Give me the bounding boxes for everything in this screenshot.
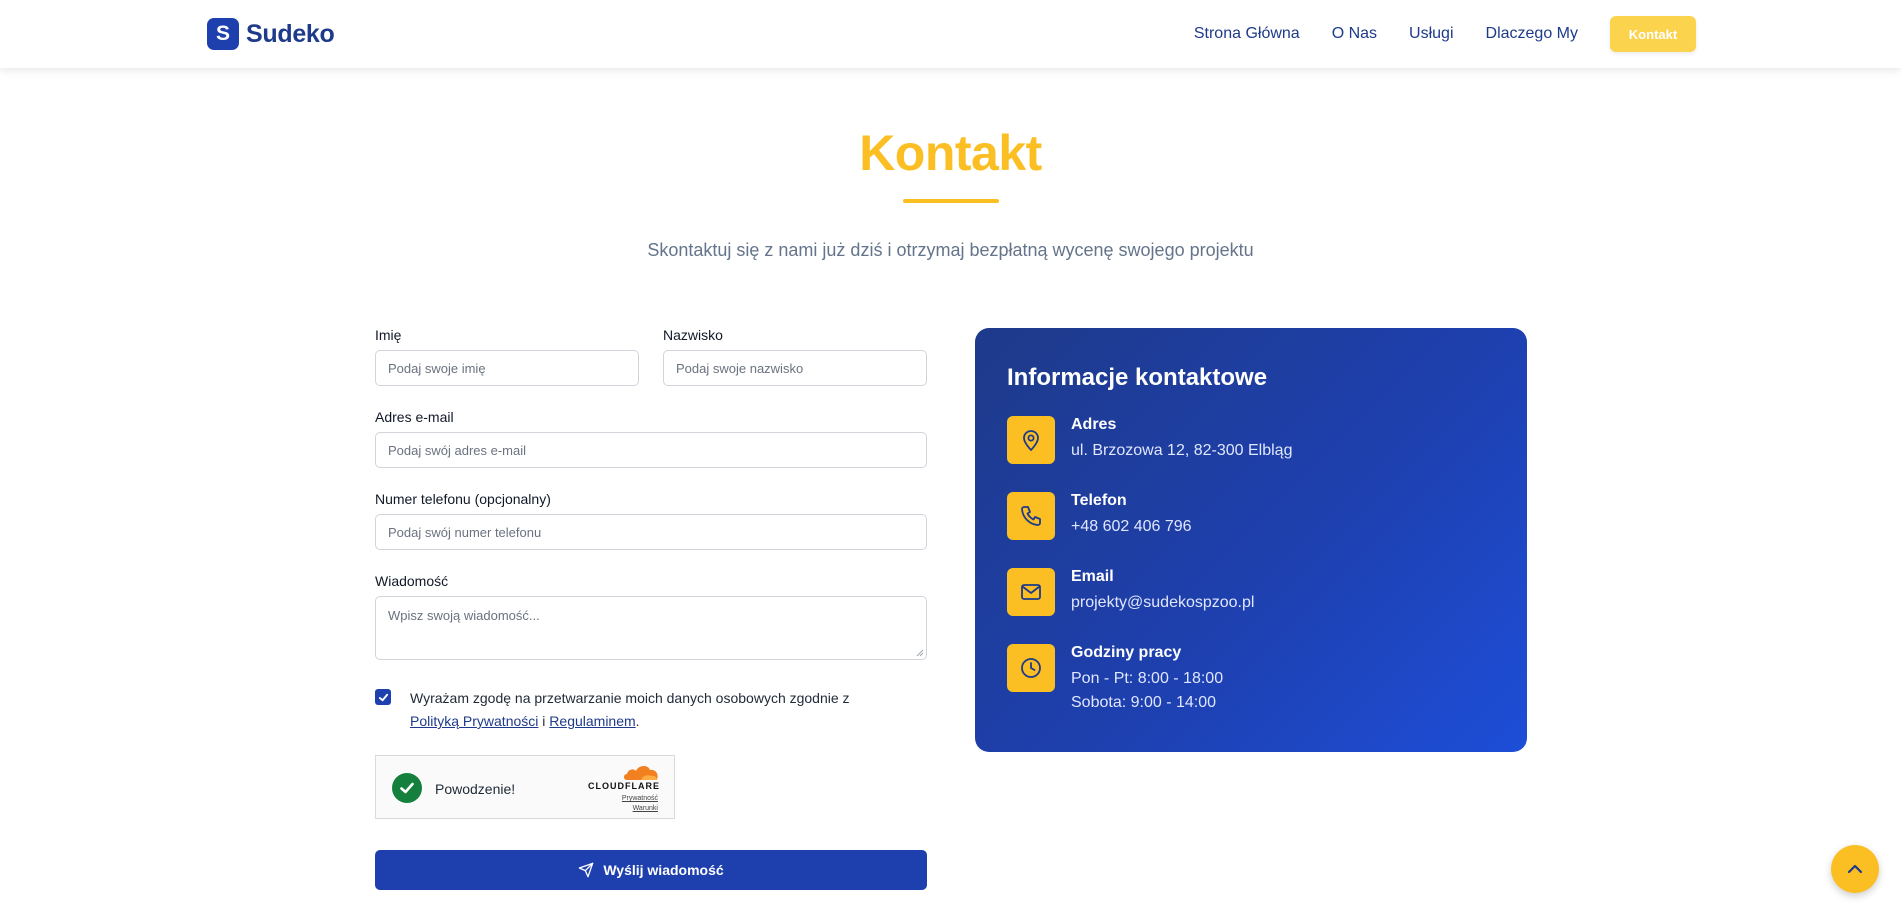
nav-link-about[interactable]: O Nas: [1332, 25, 1377, 43]
captcha-terms-link[interactable]: Warunki: [622, 804, 658, 814]
consent-statement: Wyrażam zgodę na przetwarzanie moich dan…: [410, 690, 850, 706]
page-title: Kontakt: [859, 125, 1042, 181]
address-label: Adres: [1071, 416, 1117, 433]
last-name-input[interactable]: Podaj swoje nazwisko: [663, 350, 927, 386]
nav-link-why-us[interactable]: Dlaczego My: [1486, 25, 1578, 43]
info-address: Adres ul. Brzozowa 12, 82-300 Elbląg: [1007, 416, 1292, 464]
phone-label: Numer telefonu (opcjonalny): [375, 491, 551, 507]
consent-row: Wyrażam zgodę na przetwarzanie moich dan…: [375, 687, 935, 733]
message-placeholder: Wpisz swoją wiadomość...: [388, 608, 540, 623]
checkmark-icon: [378, 693, 388, 701]
hours-saturday: Sobota: 9:00 - 14:00: [1071, 694, 1216, 711]
email-label-text: Email: [1071, 568, 1114, 585]
nav-link-services[interactable]: Usługi: [1409, 25, 1453, 43]
chevron-up-icon: [1847, 864, 1863, 874]
email-input[interactable]: Podaj swój adres e-mail: [375, 432, 927, 468]
phone-icon: [1007, 492, 1055, 540]
email-label: Adres e-mail: [375, 409, 454, 425]
privacy-policy-link[interactable]: Polityką Prywatności: [410, 713, 538, 729]
first-name-input[interactable]: Podaj swoje imię: [375, 350, 639, 386]
resize-handle-icon[interactable]: [916, 649, 924, 657]
last-name-label: Nazwisko: [663, 327, 723, 343]
nav-contact-button[interactable]: Kontakt: [1610, 16, 1696, 52]
captcha-status: Powodzenie!: [435, 781, 516, 797]
send-icon: [578, 862, 594, 878]
cloudflare-cloud-icon: [624, 765, 658, 780]
success-check-icon: [392, 773, 422, 803]
captcha-privacy-link[interactable]: Prywatność: [622, 794, 658, 804]
consent-checkbox[interactable]: [375, 689, 391, 705]
info-phone: Telefon +48 602 406 796: [1007, 492, 1192, 540]
message-label: Wiadomość: [375, 573, 449, 589]
submit-label: Wyślij wiadomość: [603, 862, 724, 878]
first-name-label: Imię: [375, 327, 402, 343]
terms-link[interactable]: Regulaminem: [549, 713, 635, 729]
submit-button[interactable]: Wyślij wiadomość: [375, 850, 927, 890]
clock-icon: [1007, 644, 1055, 692]
captcha-links: Prywatność Warunki: [622, 794, 658, 814]
contact-info-card: Informacje kontaktowe Adres ul. Brzozowa…: [975, 328, 1527, 752]
brand-name: Sudeko: [246, 19, 335, 48]
nav-link-home[interactable]: Strona Główna: [1194, 25, 1300, 43]
logo-mark: S: [207, 18, 239, 50]
map-pin-icon: [1007, 416, 1055, 464]
phone-label-text: Telefon: [1071, 492, 1127, 509]
consent-period: .: [635, 713, 640, 729]
consent-text: Wyrażam zgodę na przetwarzanie moich dan…: [410, 687, 850, 733]
hours-weekdays: Pon - Pt: 8:00 - 18:00: [1071, 670, 1224, 687]
phone-value[interactable]: +48 602 406 796: [1071, 515, 1192, 539]
site-header: S Sudeko Strona Główna O Nas Usługi Dlac…: [0, 0, 1901, 68]
email-value[interactable]: projekty@sudekospzoo.pl: [1071, 591, 1254, 615]
address-value: ul. Brzozowa 12, 82-300 Elbląg: [1071, 442, 1293, 459]
cloudflare-brand: CLOUDFLARE: [588, 781, 660, 791]
consent-joiner: i: [542, 713, 546, 729]
phone-input[interactable]: Podaj swój numer telefonu: [375, 514, 927, 550]
mail-icon: [1007, 568, 1055, 616]
info-hours: Godziny pracy Pon - Pt: 8:00 - 18:00 Sob…: [1007, 644, 1223, 715]
back-to-top-button[interactable]: [1831, 845, 1879, 893]
message-textarea[interactable]: Wpisz swoją wiadomość...: [375, 596, 927, 660]
contact-info-title: Informacje kontaktowe: [1007, 364, 1268, 391]
brand-logo[interactable]: S Sudeko: [207, 18, 335, 50]
main-nav: Strona Główna O Nas Usługi Dlaczego My K…: [1194, 16, 1696, 52]
hours-label: Godziny pracy: [1071, 644, 1182, 661]
info-email: Email projekty@sudekospzoo.pl: [1007, 568, 1254, 616]
cloudflare-captcha[interactable]: Powodzenie! CLOUDFLARE Prywatność Warunk…: [375, 755, 675, 819]
page-subtitle: Skontaktuj się z nami już dziś i otrzyma…: [647, 240, 1254, 260]
title-underline: [903, 199, 999, 203]
